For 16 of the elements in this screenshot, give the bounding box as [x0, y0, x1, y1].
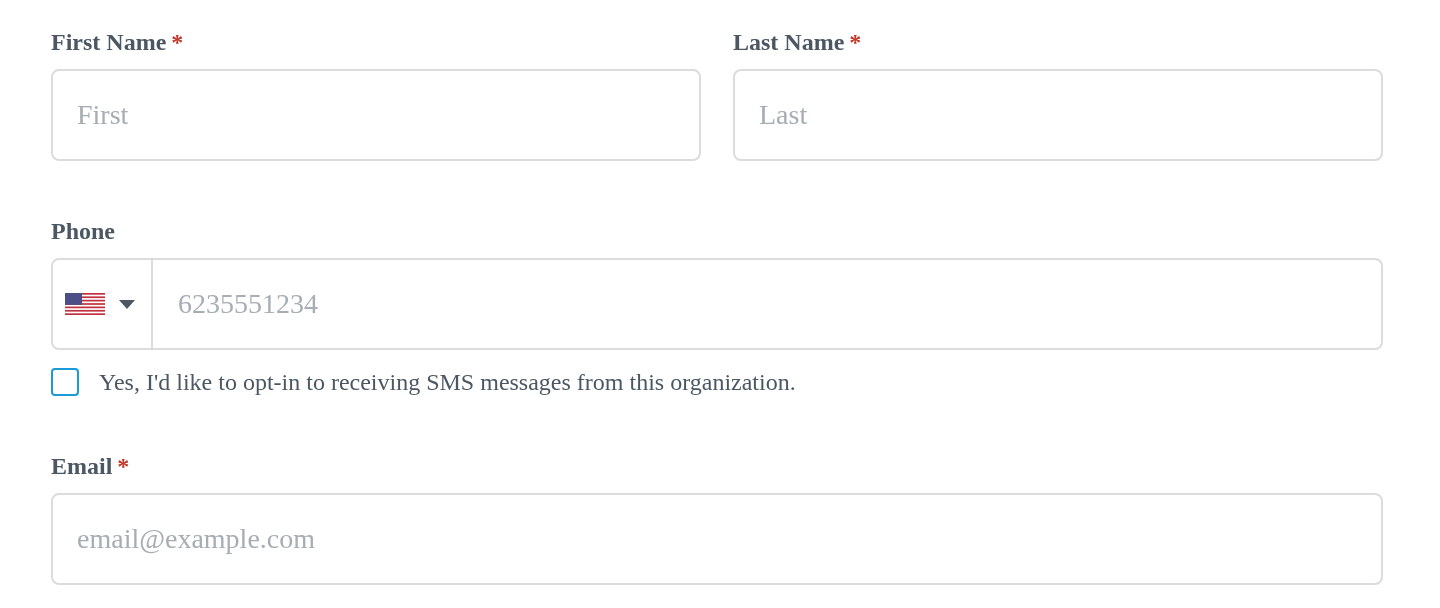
field-label: First Name [51, 28, 167, 56]
caret-icon [119, 299, 135, 309]
country-selector[interactable] [51, 258, 153, 350]
field-label: Email [51, 452, 113, 480]
flag-icon [65, 293, 105, 315]
field-label: Phone [51, 217, 115, 245]
checkbox[interactable] [51, 368, 79, 396]
required-mark: * [849, 28, 862, 56]
required-mark: * [117, 452, 130, 480]
required-mark: * [171, 28, 184, 56]
phone-input[interactable]: 6235551234 [153, 258, 1383, 350]
input-field[interactable]: email@example.com [51, 493, 1383, 585]
checkbox-label: Yes, I'd like to opt-in to receiving SMS messages from this organization. [99, 368, 796, 396]
field-label: Last Name [733, 28, 845, 56]
input-field[interactable]: First [51, 69, 701, 161]
input-field[interactable]: Last [733, 69, 1383, 161]
